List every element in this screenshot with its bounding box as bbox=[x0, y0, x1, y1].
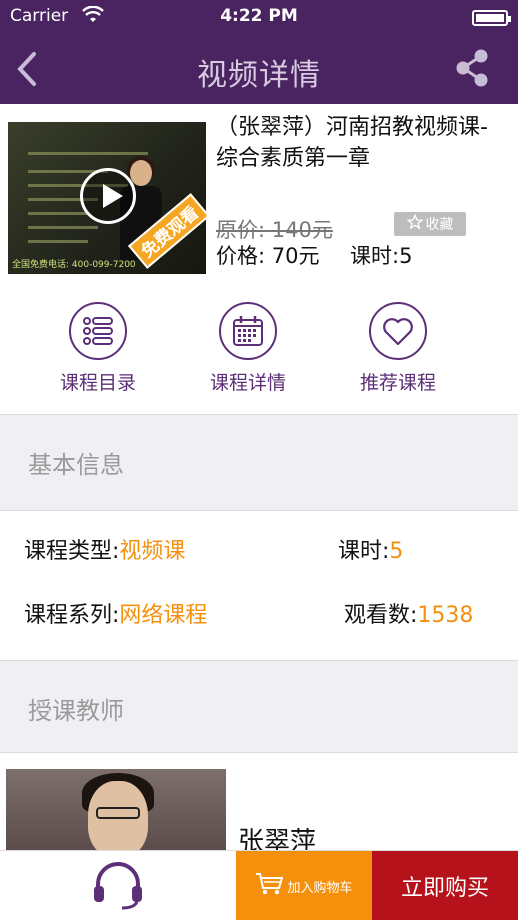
nav-bar: 视频详情 bbox=[0, 34, 518, 104]
basic-info-title: 基本信息 bbox=[28, 451, 124, 479]
headset-icon bbox=[90, 858, 146, 914]
basic-info-header: 基本信息 bbox=[0, 414, 518, 510]
list-icon bbox=[69, 302, 127, 360]
teacher-header: 授课教师 bbox=[0, 660, 518, 752]
recommended-label: 推荐课程 bbox=[359, 372, 436, 394]
teacher-section-title: 授课教师 bbox=[28, 697, 124, 725]
hours-value: 5 bbox=[389, 539, 404, 564]
top-header: Carrier 4:22 PM 视频详情 bbox=[0, 0, 518, 104]
course-title: （张翠萍）河南招教视频课-综合素质第一章 bbox=[216, 115, 488, 171]
status-bar: Carrier 4:22 PM bbox=[0, 0, 518, 34]
favorite-label: 收藏 bbox=[425, 217, 454, 233]
catalog-label: 课程目录 bbox=[59, 372, 136, 394]
phone-text: 全国免费电话: 400-099-7200 bbox=[12, 260, 136, 270]
course-summary: 全国免费电话: 400-099-7200 免费观看 （张翠萍）河南招教视频课-综… bbox=[0, 104, 518, 284]
views-label: 观看数: bbox=[344, 603, 418, 628]
heart-icon bbox=[369, 302, 427, 360]
current-price: 价格: 70元 bbox=[216, 244, 320, 268]
details-button[interactable]: 课程详情 bbox=[188, 302, 308, 395]
course-type-label: 课程类型: bbox=[24, 539, 120, 564]
recommended-button[interactable]: 推荐课程 bbox=[338, 302, 458, 395]
page-title: 视频详情 bbox=[197, 58, 321, 93]
bottom-bar: 加入购物车 立即购买 bbox=[0, 850, 518, 920]
favorite-button[interactable]: 收藏 bbox=[394, 212, 466, 236]
course-type-row: 课程类型:视频课 bbox=[24, 533, 185, 565]
course-series-label: 课程系列: bbox=[24, 603, 120, 628]
course-series-value: 网络课程 bbox=[119, 603, 208, 628]
customer-service-button[interactable] bbox=[0, 851, 236, 920]
views-value: 1538 bbox=[417, 603, 474, 628]
battery-icon bbox=[472, 10, 511, 26]
status-time: 4:22 PM bbox=[220, 6, 298, 26]
hours-label: 课时: bbox=[338, 539, 390, 564]
course-series-row: 课程系列:网络课程 bbox=[24, 597, 207, 629]
share-icon[interactable] bbox=[454, 48, 490, 88]
buy-now-button[interactable]: 立即购买 bbox=[372, 851, 518, 920]
calendar-icon bbox=[219, 302, 277, 360]
video-thumbnail[interactable]: 全国免费电话: 400-099-7200 bbox=[8, 122, 206, 274]
course-hours: 课时:5 bbox=[350, 244, 413, 268]
catalog-button[interactable]: 课程目录 bbox=[38, 302, 158, 395]
play-icon[interactable] bbox=[80, 168, 136, 224]
action-row: 课程目录 课程详情 推荐课程 bbox=[0, 284, 518, 414]
star-icon bbox=[406, 213, 423, 234]
teacher-photo bbox=[6, 769, 226, 853]
add-to-cart-label: 加入购物车 bbox=[287, 880, 353, 896]
details-label: 课程详情 bbox=[209, 372, 286, 394]
course-type-value: 视频课 bbox=[119, 539, 186, 564]
basic-info-panel: 课程类型:视频课 课时:5 课程系列:网络课程 观看数:1538 bbox=[0, 510, 518, 660]
cart-icon bbox=[255, 872, 284, 900]
teacher-panel[interactable]: 张翠萍 bbox=[0, 752, 518, 857]
add-to-cart-button[interactable]: 加入购物车 bbox=[236, 851, 372, 920]
views-row: 观看数:1538 bbox=[344, 597, 473, 629]
hours-row: 课时:5 bbox=[338, 533, 403, 565]
